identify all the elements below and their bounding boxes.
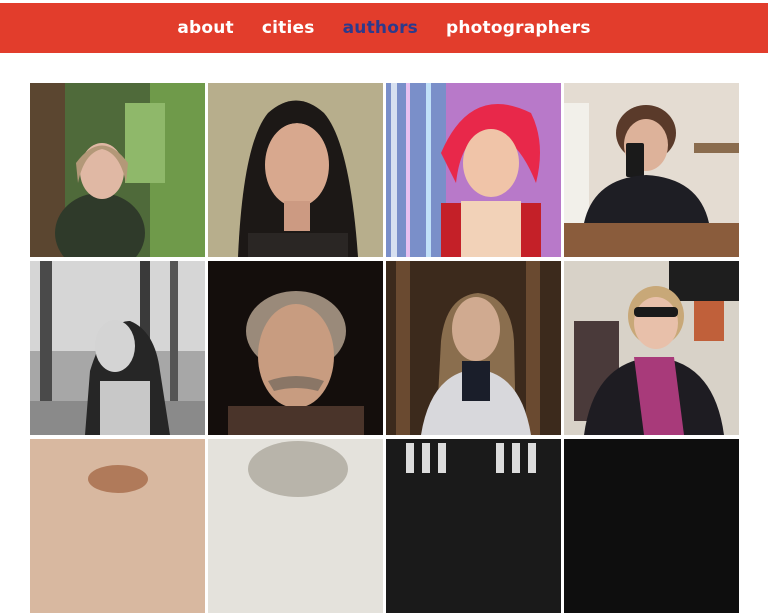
- portrait-photo: [564, 83, 739, 257]
- author-portrait-5[interactable]: [30, 261, 205, 435]
- author-portrait-7[interactable]: [386, 261, 561, 435]
- portrait-photo: [386, 439, 561, 613]
- nav-link-photographers[interactable]: photographers: [446, 18, 591, 38]
- author-portrait-11[interactable]: [386, 439, 561, 613]
- author-portrait-8[interactable]: [564, 261, 739, 435]
- author-portrait-4[interactable]: [564, 83, 739, 257]
- author-portrait-9[interactable]: [30, 439, 205, 613]
- author-portrait-10[interactable]: [208, 439, 383, 613]
- nav-link-about[interactable]: about: [177, 18, 234, 38]
- portrait-photo: [30, 439, 205, 613]
- author-portrait-12[interactable]: [564, 439, 739, 613]
- portrait-photo: [386, 261, 561, 435]
- portrait-photo: [386, 83, 561, 257]
- author-portrait-3[interactable]: [386, 83, 561, 257]
- author-portrait-2[interactable]: [208, 83, 383, 257]
- portrait-photo: [208, 83, 383, 257]
- author-portrait-6[interactable]: [208, 261, 383, 435]
- portrait-photo: [208, 261, 383, 435]
- portrait-photo: [208, 439, 383, 613]
- portrait-photo: [564, 439, 739, 613]
- author-portrait-1[interactable]: [30, 83, 205, 257]
- author-portrait-grid: [30, 83, 740, 613]
- nav-link-authors[interactable]: authors: [343, 18, 418, 38]
- portrait-photo: [30, 261, 205, 435]
- portrait-photo: [30, 83, 205, 257]
- portrait-photo: [564, 261, 739, 435]
- top-navigation-bar: about cities authors photographers: [0, 3, 768, 53]
- nav-link-cities[interactable]: cities: [262, 18, 315, 38]
